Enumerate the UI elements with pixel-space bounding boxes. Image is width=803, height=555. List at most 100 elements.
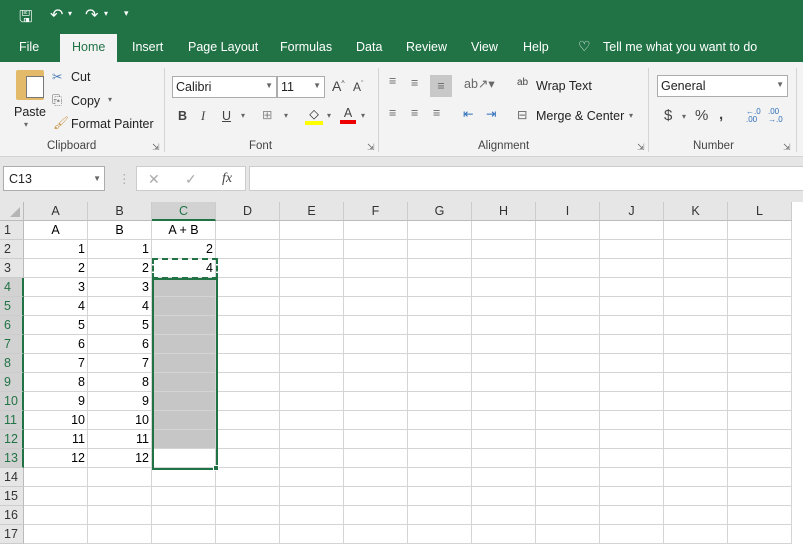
cell-F8[interactable] [344, 354, 408, 373]
cell-E11[interactable] [280, 411, 344, 430]
cell-I16[interactable] [536, 506, 600, 525]
percent-button[interactable]: % [695, 107, 708, 124]
cell-K3[interactable] [664, 259, 728, 278]
cell-B5[interactable]: 4 [88, 297, 152, 316]
cell-D3[interactable] [216, 259, 280, 278]
cell-K2[interactable] [664, 240, 728, 259]
column-header-I[interactable]: I [536, 202, 600, 221]
cell-J14[interactable] [600, 468, 664, 487]
cell-H5[interactable] [472, 297, 536, 316]
cell-B2[interactable]: 1 [88, 240, 152, 259]
cell-A4[interactable]: 3 [24, 278, 88, 297]
cell-J6[interactable] [600, 316, 664, 335]
row-header-3[interactable]: 3 [0, 259, 24, 278]
font-color-icon[interactable]: A [340, 106, 356, 124]
cell-J7[interactable] [600, 335, 664, 354]
cell-D13[interactable] [216, 449, 280, 468]
cell-G1[interactable] [408, 221, 472, 240]
orientation-icon[interactable]: ab↗▾ [464, 76, 495, 91]
customize-qat-icon[interactable]: ▾ [124, 8, 129, 19]
save-icon[interactable]: 🖫 [19, 6, 33, 33]
cell-D11[interactable] [216, 411, 280, 430]
cell-K17[interactable] [664, 525, 728, 544]
cell-J9[interactable] [600, 373, 664, 392]
redo-dropdown-icon[interactable]: ▾ [104, 9, 108, 18]
cell-K14[interactable] [664, 468, 728, 487]
cell-J1[interactable] [600, 221, 664, 240]
borders-dropdown-icon[interactable]: ▾ [284, 111, 288, 120]
cell-L9[interactable] [728, 373, 792, 392]
align-right-icon[interactable]: ≡ [433, 106, 440, 120]
cell-C16[interactable] [152, 506, 216, 525]
cell-L12[interactable] [728, 430, 792, 449]
cell-E7[interactable] [280, 335, 344, 354]
cell-F10[interactable] [344, 392, 408, 411]
cut-button[interactable]: Cut [71, 70, 90, 84]
cell-I10[interactable] [536, 392, 600, 411]
cell-A7[interactable]: 6 [24, 335, 88, 354]
cell-J13[interactable] [600, 449, 664, 468]
row-header-2[interactable]: 2 [0, 240, 24, 259]
tab-view[interactable]: View [471, 40, 498, 54]
cell-L3[interactable] [728, 259, 792, 278]
cell-E1[interactable] [280, 221, 344, 240]
decrease-font-size-icon[interactable]: Aˇ [353, 80, 363, 94]
cell-A13[interactable]: 12 [24, 449, 88, 468]
merge-center-button[interactable]: Merge & Center [536, 109, 624, 123]
row-header-6[interactable]: 6 [0, 316, 24, 335]
tab-review[interactable]: Review [406, 40, 447, 54]
cell-J17[interactable] [600, 525, 664, 544]
undo-dropdown-icon[interactable]: ▾ [68, 9, 72, 18]
cell-H8[interactable] [472, 354, 536, 373]
cell-G16[interactable] [408, 506, 472, 525]
cell-K7[interactable] [664, 335, 728, 354]
italic-button[interactable]: I [201, 109, 205, 124]
tab-data[interactable]: Data [356, 40, 382, 54]
cell-F6[interactable] [344, 316, 408, 335]
align-center-icon[interactable]: ≡ [411, 106, 418, 120]
column-header-F[interactable]: F [344, 202, 408, 221]
alignment-launcher-icon[interactable]: ⇲ [637, 142, 645, 153]
cell-L13[interactable] [728, 449, 792, 468]
cell-I14[interactable] [536, 468, 600, 487]
cell-B17[interactable] [88, 525, 152, 544]
cell-G8[interactable] [408, 354, 472, 373]
row-header-8[interactable]: 8 [0, 354, 24, 373]
cell-B11[interactable]: 10 [88, 411, 152, 430]
row-header-13[interactable]: 13 [0, 449, 24, 468]
decrease-decimal-button[interactable]: .00 →.0 [768, 108, 784, 124]
cell-F4[interactable] [344, 278, 408, 297]
row-header-14[interactable]: 14 [0, 468, 24, 487]
cell-C1[interactable]: A + B [152, 221, 216, 240]
cell-E8[interactable] [280, 354, 344, 373]
number-format-select[interactable]: General ▼ [657, 75, 788, 97]
cell-I6[interactable] [536, 316, 600, 335]
copy-dropdown-icon[interactable]: ▾ [108, 95, 112, 104]
cell-A8[interactable]: 7 [24, 354, 88, 373]
cell-D7[interactable] [216, 335, 280, 354]
name-box[interactable]: C13 ▼ [3, 166, 105, 191]
increase-indent-icon[interactable]: ⇥ [486, 106, 496, 121]
enter-icon[interactable]: ✓ [185, 171, 197, 188]
cell-A16[interactable] [24, 506, 88, 525]
cell-G5[interactable] [408, 297, 472, 316]
column-header-G[interactable]: G [408, 202, 472, 221]
row-header-16[interactable]: 16 [0, 506, 24, 525]
tab-page-layout[interactable]: Page Layout [188, 40, 258, 54]
cell-A9[interactable]: 8 [24, 373, 88, 392]
cell-D4[interactable] [216, 278, 280, 297]
cell-E12[interactable] [280, 430, 344, 449]
cell-F17[interactable] [344, 525, 408, 544]
cell-L8[interactable] [728, 354, 792, 373]
cell-D1[interactable] [216, 221, 280, 240]
cell-D2[interactable] [216, 240, 280, 259]
cell-A5[interactable]: 4 [24, 297, 88, 316]
cell-E9[interactable] [280, 373, 344, 392]
cell-L11[interactable] [728, 411, 792, 430]
middle-align-icon[interactable]: ≡ [411, 76, 418, 90]
cell-D14[interactable] [216, 468, 280, 487]
tab-insert[interactable]: Insert [132, 40, 163, 54]
cell-G11[interactable] [408, 411, 472, 430]
cell-F15[interactable] [344, 487, 408, 506]
cell-K10[interactable] [664, 392, 728, 411]
